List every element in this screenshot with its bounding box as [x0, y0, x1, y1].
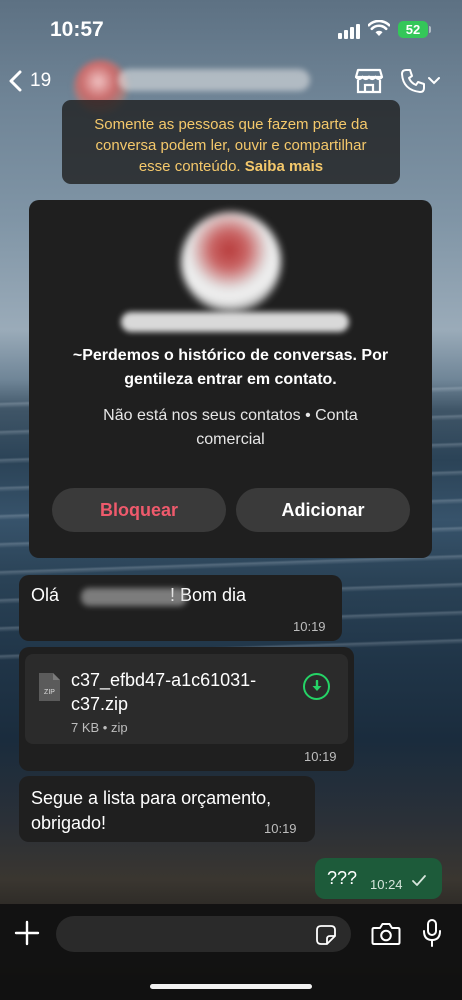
message-time: 10:19: [264, 821, 297, 836]
file-name-line-1: c37_efbd47-a1c61031-: [71, 670, 257, 690]
cellular-signal-icon: [338, 24, 360, 39]
chat-header: 19: [0, 56, 462, 114]
status-time: 10:57: [50, 18, 104, 41]
incoming-message[interactable]: Olá ! Bom dia 10:19: [19, 575, 342, 641]
add-contact-button[interactable]: Adicionar: [236, 488, 410, 532]
notice-line-2: conversa podem ler, ouvir e compartilhar: [95, 137, 367, 154]
notice-line-3: esse conteúdo. Saiba mais: [62, 156, 400, 177]
message-text-line-2: obrigado!: [31, 813, 107, 833]
status-bar: 10:57 52: [0, 0, 462, 56]
file-icon-label: ZIP: [44, 689, 55, 696]
message-text: ???: [327, 868, 358, 888]
incoming-message[interactable]: Segue a lista para orçamento, obrigado! …: [19, 776, 315, 842]
message-time: 10:19: [304, 749, 337, 764]
call-button[interactable]: [400, 68, 440, 94]
redacted-name: [81, 588, 187, 606]
encryption-notice: Somente as pessoas que fazem parte da co…: [62, 100, 400, 184]
file-name: c37_efbd47-a1c61031- c37.zip: [71, 668, 291, 716]
file-name-line-2: c37.zip: [71, 694, 129, 714]
message-composer: [0, 904, 462, 1000]
incoming-file-message[interactable]: ZIP c37_efbd47-a1c61031- c37.zip 7 KB • …: [19, 647, 354, 771]
back-button[interactable]: 19: [8, 64, 51, 98]
chevron-left-icon: [9, 70, 22, 92]
notice-line-1: Somente as pessoas que fazem parte da: [94, 116, 368, 133]
unread-count: 19: [30, 70, 52, 91]
plus-icon[interactable]: [14, 920, 40, 946]
download-arrow-icon: [312, 679, 321, 691]
contact-about-line-2: gentileza entrar em contato.: [124, 371, 337, 388]
contact-info-card: ~Perdemos o histórico de conversas. Por …: [29, 200, 432, 558]
contact-meta-line-2: comercial: [196, 431, 265, 448]
contact-meta-line-1: Não está nos seus contatos • Conta: [103, 407, 358, 424]
contact-meta: Não está nos seus contatos • Conta comer…: [59, 404, 402, 452]
home-indicator: [150, 984, 312, 989]
file-meta: 7 KB • zip: [71, 720, 128, 735]
zip-file-icon: ZIP: [39, 673, 60, 701]
message-text-start: Olá: [31, 585, 65, 605]
contact-phone-redacted: [121, 312, 349, 332]
download-button[interactable]: [303, 673, 330, 700]
notice-line-3-text: esse conteúdo.: [138, 158, 241, 175]
contact-card-avatar: [181, 212, 281, 312]
store-icon[interactable]: [354, 67, 384, 95]
sticker-icon[interactable]: [316, 925, 336, 945]
contact-name-redacted[interactable]: [118, 69, 310, 91]
camera-icon[interactable]: [371, 922, 401, 946]
contact-about: ~Perdemos o histórico de conversas. Por …: [49, 344, 412, 392]
message-time: 10:24: [370, 877, 403, 892]
battery-icon: 52: [398, 21, 428, 38]
wifi-icon: [368, 20, 390, 36]
contact-about-line-1: ~Perdemos o histórico de conversas. Por: [72, 347, 389, 364]
message-input[interactable]: [56, 916, 351, 952]
battery-level: 52: [405, 22, 421, 37]
microphone-icon[interactable]: [422, 918, 442, 948]
file-attachment[interactable]: ZIP c37_efbd47-a1c61031- c37.zip 7 KB • …: [25, 654, 348, 744]
learn-more-link[interactable]: Saiba mais: [245, 158, 323, 175]
message-time: 10:19: [293, 619, 326, 634]
message-text-line-1: Segue a lista para orçamento,: [31, 788, 272, 808]
outgoing-message[interactable]: ??? 10:24: [315, 858, 442, 899]
battery-tip: [429, 26, 431, 33]
block-button[interactable]: Bloquear: [52, 488, 226, 532]
delivered-check-icon: [412, 875, 426, 886]
phone-icon: [401, 69, 425, 93]
chevron-down-icon: [428, 77, 440, 85]
